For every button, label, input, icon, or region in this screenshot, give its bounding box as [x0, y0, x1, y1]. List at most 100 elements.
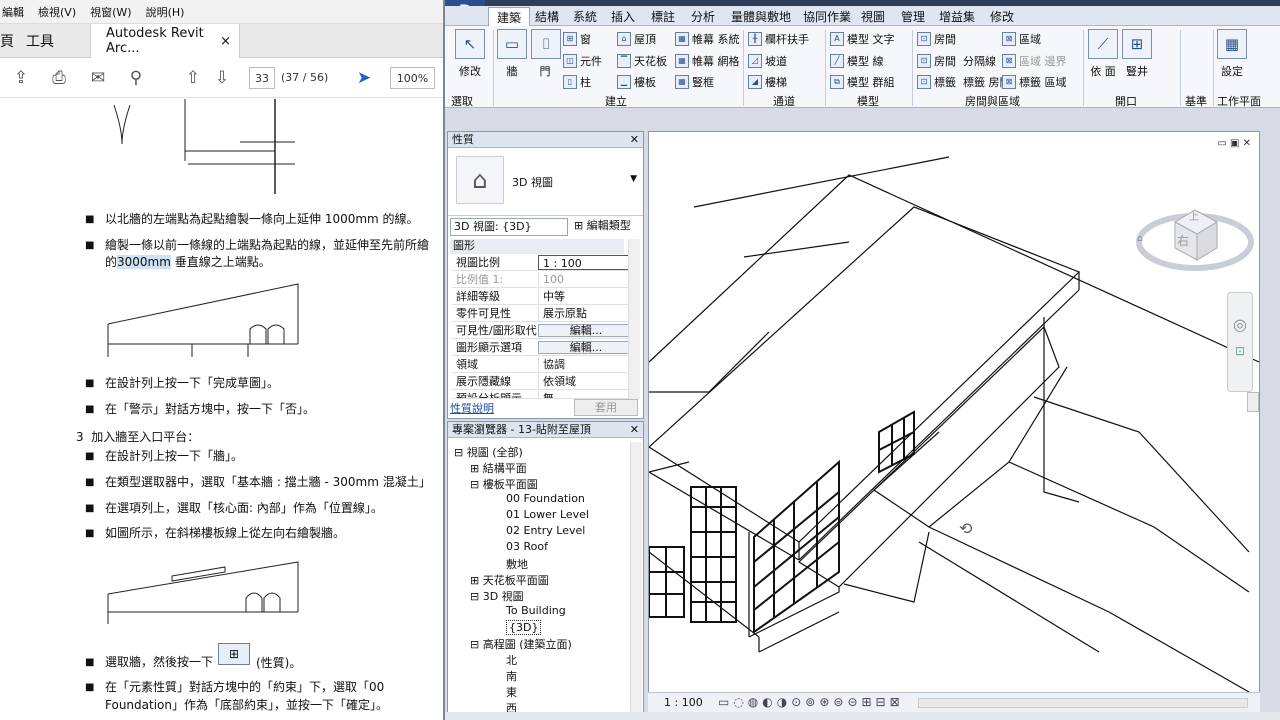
menu-help[interactable]: 說明(H): [146, 4, 185, 20]
close-icon[interactable]: ✕: [630, 422, 639, 437]
tab-analyze[interactable]: 分析: [691, 8, 715, 25]
browser-scrollbar[interactable]: [630, 442, 642, 714]
railing-button[interactable]: ╫ 欄杆扶手: [748, 31, 809, 47]
group-graphics[interactable]: 圖形: [450, 239, 624, 254]
view-control-icons[interactable]: ▭◌◍◐◑⊙⊚⊛⊜⊝⊞⊟⊠: [718, 695, 904, 709]
tree-item-3d-selected[interactable]: {3D}: [506, 620, 542, 635]
edit-type-button[interactable]: ⊞ 編輯類型: [574, 218, 631, 234]
shaft-button[interactable]: ⊞ 豎井: [1122, 29, 1152, 79]
window-button[interactable]: ⊞ 窗: [563, 31, 591, 47]
tab-structure[interactable]: 結構: [535, 8, 559, 25]
component-button[interactable]: ◫ 元件: [563, 53, 602, 69]
viewcube-top-label[interactable]: 上: [1189, 208, 1199, 223]
prop-row-show-hidden-lines[interactable]: 展示隱藏線 依領域: [452, 374, 630, 390]
tab-manage[interactable]: 管理: [901, 8, 925, 25]
mail-icon[interactable]: ✉: [87, 67, 109, 89]
properties-help-link[interactable]: 性質說明: [450, 400, 494, 416]
tab-systems[interactable]: 系統: [573, 8, 597, 25]
tree-item-north[interactable]: 北: [506, 652, 517, 668]
tree-item-00-foundation[interactable]: 00 Foundation: [506, 492, 585, 505]
tag-room-button[interactable]: ⊡ 標籤: [917, 74, 956, 90]
area-boundary-button[interactable]: ⊠ 區域 邊界: [1002, 53, 1067, 69]
page-up-icon[interactable]: ⇧: [182, 67, 204, 89]
tree-3d-views[interactable]: ⊟ 3D 視圖: [470, 588, 524, 604]
door-button[interactable]: ⌷ 門: [531, 29, 561, 79]
tree-floor-plans[interactable]: ⊟ 樓板平面圖: [470, 476, 538, 492]
close-icon[interactable]: ✕: [630, 132, 639, 147]
roof-button[interactable]: ⌂ 屋頂: [617, 31, 656, 47]
close-tab-icon[interactable]: ×: [220, 34, 231, 49]
tab-document[interactable]: Autodesk Revit Arc... ×: [90, 24, 240, 58]
select-cursor-icon[interactable]: ➤: [353, 67, 375, 89]
wall-button[interactable]: ▭ 牆: [497, 29, 527, 79]
viewcube[interactable]: 上 右 ⌂: [1135, 202, 1255, 282]
apply-button[interactable]: 套用: [574, 399, 638, 416]
tab-tools[interactable]: 工具: [26, 24, 66, 58]
room-separator-button[interactable]: 分隔線: [963, 53, 996, 69]
tree-item-west[interactable]: 西: [506, 700, 517, 712]
viewcube-right-label[interactable]: 右: [1177, 232, 1189, 249]
mullion-button[interactable]: ▦ 豎框: [675, 74, 714, 90]
page-down-icon[interactable]: ⇩: [211, 67, 233, 89]
horizontal-scrollbar[interactable]: [918, 698, 1248, 708]
search-icon[interactable]: ⚲: [125, 67, 147, 89]
by-face-button[interactable]: ⟋ 依 面: [1088, 29, 1118, 79]
type-selector[interactable]: ⌂ 3D 視圖 ▼: [448, 148, 643, 216]
tab-modify[interactable]: 修改: [990, 8, 1014, 25]
viewcube-home-icon[interactable]: ⌂: [1137, 234, 1143, 244]
model-text-button[interactable]: A 模型 文字: [830, 31, 895, 47]
tree-elevations[interactable]: ⊟ 高程圖 (建築立面): [470, 636, 572, 652]
modify-button[interactable]: ↖ 修改: [453, 29, 487, 79]
tree-ceiling-plans[interactable]: ⊞ 天花板平面圖: [470, 572, 549, 588]
tree-item-02-entry-level[interactable]: 02 Entry Level: [506, 524, 585, 537]
print-icon[interactable]: ⎙: [48, 67, 70, 89]
tree-item-01-lower-level[interactable]: 01 Lower Level: [506, 508, 589, 521]
model-group-button[interactable]: ⧉ 模型 群組: [830, 74, 895, 90]
display-options-edit-button[interactable]: 編輯...: [538, 341, 630, 354]
vg-edit-button[interactable]: 編輯...: [538, 324, 630, 337]
prop-row-discipline[interactable]: 領域 協調: [452, 357, 630, 373]
page-number-input[interactable]: 33: [249, 67, 275, 89]
set-workplane-button[interactable]: ▦ 設定: [1217, 29, 1247, 79]
tab-addins[interactable]: 增益集: [939, 8, 975, 25]
tree-structural-plans[interactable]: ⊞ 結構平面: [470, 460, 527, 476]
curtain-grid-button[interactable]: ▦ 帷幕 網格: [675, 53, 740, 69]
tree-item-south[interactable]: 南: [506, 668, 517, 684]
tree-item-to-building[interactable]: To Building: [506, 604, 566, 617]
menu-edit[interactable]: 編輯: [2, 4, 24, 20]
tab-home[interactable]: 頁: [0, 24, 14, 58]
3d-view-canvas[interactable]: ▭ ▣ ✕ 上 右 ⌂ ◎ ⊡ ⟲: [648, 131, 1260, 713]
tab-massing-site[interactable]: 量體與敷地: [731, 8, 791, 25]
model-line-button[interactable]: ╱ 模型 線: [830, 53, 884, 69]
prop-row-analysis-display[interactable]: 預設分析顯示... 無: [452, 391, 630, 399]
tree-item-03-roof[interactable]: 03 Roof: [506, 540, 548, 553]
ceiling-button[interactable]: ▔ 天花板: [617, 53, 667, 69]
view-scroll-thumb[interactable]: [1247, 392, 1259, 412]
instance-selector[interactable]: 3D 視圖: {3D}: [450, 218, 568, 236]
tag-area-button[interactable]: ⊠ 標籤 區域: [1002, 74, 1067, 90]
tree-views-all[interactable]: ⊟ 視圖 (全部): [454, 444, 523, 460]
floor-button[interactable]: ▁ 樓板: [617, 74, 656, 90]
tab-architecture[interactable]: 建築: [488, 7, 531, 26]
view-scale[interactable]: 1 : 100: [664, 696, 703, 709]
room-button[interactable]: ⊡ 房間: [917, 31, 956, 47]
tab-insert[interactable]: 插入: [611, 8, 635, 25]
stair-button[interactable]: ◢ 樓梯: [748, 74, 787, 90]
zoom-input[interactable]: 100%: [390, 67, 435, 89]
tree-item-site[interactable]: 敷地: [506, 556, 528, 572]
menu-view[interactable]: 檢視(V): [38, 4, 76, 20]
room-tag-panel-button[interactable]: ⊡ 房間: [917, 53, 956, 69]
upload-icon[interactable]: ⇪: [10, 67, 32, 89]
ramp-button[interactable]: ◿ 坡道: [748, 53, 787, 69]
prop-row-detail-level[interactable]: 詳細等級 中等: [452, 289, 630, 305]
tree-item-east[interactable]: 東: [506, 684, 517, 700]
steering-wheel-icon[interactable]: ◎: [1228, 315, 1252, 334]
tab-collaborate[interactable]: 協同作業: [803, 8, 851, 25]
area-button[interactable]: ⊠ 區域: [1002, 31, 1041, 47]
prop-row-parts-visibility[interactable]: 零件可見性 展示原點: [452, 306, 630, 322]
properties-scrollbar[interactable]: [628, 239, 640, 399]
view-scale-input[interactable]: 1 : 100: [538, 255, 630, 270]
tab-annotate[interactable]: 標註: [651, 8, 675, 25]
curtain-system-button[interactable]: ▦ 帷幕 系統: [675, 31, 740, 47]
menu-window[interactable]: 視窗(W): [90, 4, 131, 20]
